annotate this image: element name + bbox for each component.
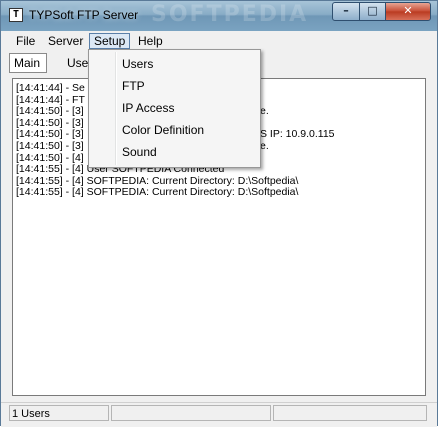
- menu-gutter-divider: [115, 52, 117, 165]
- menu-item-ip-access[interactable]: IP Access: [122, 99, 174, 117]
- menu-setup[interactable]: Setup: [89, 33, 131, 49]
- menu-server[interactable]: Server: [44, 33, 87, 49]
- status-bar: 1 Users: [1, 402, 437, 427]
- setup-dropdown-menu: Users FTP IP Access Color Definition Sou…: [88, 49, 261, 168]
- status-pane-2: [111, 405, 271, 421]
- maximize-button[interactable]: □: [359, 2, 386, 21]
- title-bar[interactable]: T TYPSoft FTP Server SOFTPEDIA – □ ✕: [1, 1, 437, 31]
- menu-bar: File Server Setup Help: [1, 31, 437, 51]
- menu-item-sound[interactable]: Sound: [122, 143, 157, 161]
- log-line-fragment: e.: [260, 105, 269, 118]
- log-line-fragment: S IP: 10.9.0.115: [260, 128, 335, 141]
- status-pane-3: [273, 405, 427, 421]
- log-line-fragment: e.: [260, 139, 269, 152]
- log-line-text: [14:41:50] - [3]: [16, 105, 84, 118]
- log-line-text: [14:41:50] - [3]: [16, 128, 84, 141]
- menu-help[interactable]: Help: [134, 33, 167, 49]
- window-title: TYPSoft FTP Server: [29, 8, 139, 22]
- status-users: 1 Users: [9, 405, 109, 421]
- menu-item-ftp[interactable]: FTP: [122, 77, 145, 95]
- watermark: SOFTPEDIA: [151, 2, 309, 27]
- close-button[interactable]: ✕: [385, 2, 431, 21]
- log-line: [14:41:55] - [4] SOFTPEDIA: Current Dire…: [16, 186, 299, 199]
- menu-item-color-definition[interactable]: Color Definition: [122, 121, 204, 139]
- main-window: T TYPSoft FTP Server SOFTPEDIA – □ ✕ Fil…: [0, 0, 438, 427]
- log-line-text: [14:41:50] - [3]: [16, 139, 84, 152]
- tab-main[interactable]: Main: [9, 53, 47, 73]
- menu-file[interactable]: File: [12, 33, 39, 49]
- menu-item-users[interactable]: Users: [122, 55, 153, 73]
- minimize-button[interactable]: –: [332, 2, 360, 21]
- ftp-server-icon: T: [9, 8, 23, 22]
